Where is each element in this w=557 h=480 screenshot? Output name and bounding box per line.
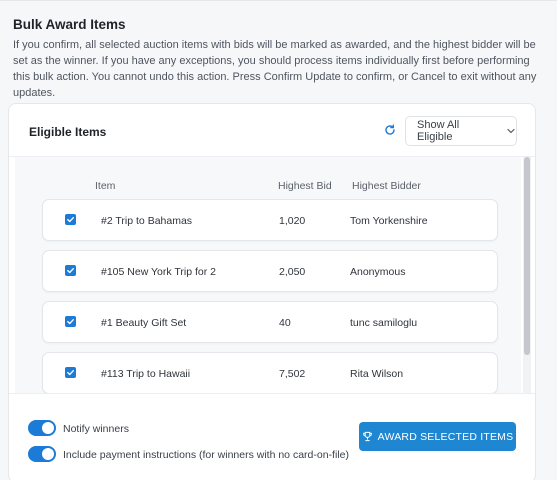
notify-winners-toggle[interactable]	[28, 420, 56, 436]
page-title: Bulk Award Items	[13, 17, 126, 32]
refresh-icon[interactable]	[383, 123, 397, 137]
highest-bidder: Rita Wilson	[350, 368, 404, 380]
column-header-highest-bid: Highest Bid	[278, 180, 332, 192]
item-name: #1 Beauty Gift Set	[101, 317, 187, 329]
item-name: #2 Trip to Bahamas	[101, 215, 193, 227]
table-row[interactable]: #1 Beauty Gift Set 40 tunc samiloglu	[42, 301, 498, 343]
highest-bid: 7,502	[279, 368, 306, 380]
highest-bidder: Tom Yorkenshire	[350, 215, 428, 227]
highest-bid: 2,050	[279, 266, 306, 278]
highest-bidder: Anonymous	[350, 266, 406, 278]
trophy-icon	[362, 431, 372, 442]
column-header-highest-bidder: Highest Bidder	[352, 180, 421, 192]
item-name: #105 New York Trip for 2	[101, 266, 216, 278]
chevron-down-icon	[506, 126, 516, 136]
award-button-label: AWARD SELECTED ITEMS	[377, 430, 514, 443]
toggle-knob	[42, 422, 54, 434]
item-name: #113 Trip to Hawaii	[101, 368, 191, 380]
include-payment-toggle[interactable]	[28, 446, 56, 462]
card-title: Eligible Items	[29, 125, 107, 139]
filter-label: Show All Eligible	[417, 119, 460, 143]
checkmark-icon	[67, 217, 74, 223]
award-selected-items-button[interactable]: AWARD SELECTED ITEMS	[359, 422, 516, 451]
highest-bid: 40	[279, 317, 291, 329]
row-checkbox[interactable]	[65, 214, 76, 225]
table-row[interactable]: #105 New York Trip for 2 2,050 Anonymous	[42, 250, 498, 292]
include-payment-label: Include payment instructions (for winner…	[63, 449, 349, 461]
row-checkbox[interactable]	[65, 265, 76, 276]
toggle-knob	[42, 448, 54, 460]
eligible-items-card: Eligible Items Show All Eligible Item Hi…	[8, 103, 536, 480]
notify-winners-label: Notify winners	[63, 423, 129, 435]
filter-dropdown[interactable]: Show All Eligible	[405, 116, 517, 146]
checkmark-icon	[67, 319, 74, 325]
page-description: If you confirm, all selected auction ite…	[13, 39, 537, 99]
scrollbar-thumb[interactable]	[524, 157, 530, 355]
row-checkbox[interactable]	[65, 367, 76, 378]
column-header-item: Item	[95, 180, 116, 192]
table-scrollbar[interactable]	[523, 157, 531, 393]
footer-divider	[9, 393, 535, 394]
highest-bid: 1,020	[279, 215, 306, 227]
table-row[interactable]: #113 Trip to Hawaii 7,502 Rita Wilson	[42, 352, 498, 393]
highest-bidder: tunc samiloglu	[350, 317, 418, 329]
top-border	[0, 0, 557, 1]
checkmark-icon	[67, 370, 74, 376]
table-row[interactable]: #2 Trip to Bahamas 1,020 Tom Yorkenshire	[42, 199, 498, 241]
checkmark-icon	[67, 268, 74, 274]
items-table: Item Highest Bid Highest Bidder #2 Trip …	[15, 157, 521, 393]
row-checkbox[interactable]	[65, 316, 76, 327]
